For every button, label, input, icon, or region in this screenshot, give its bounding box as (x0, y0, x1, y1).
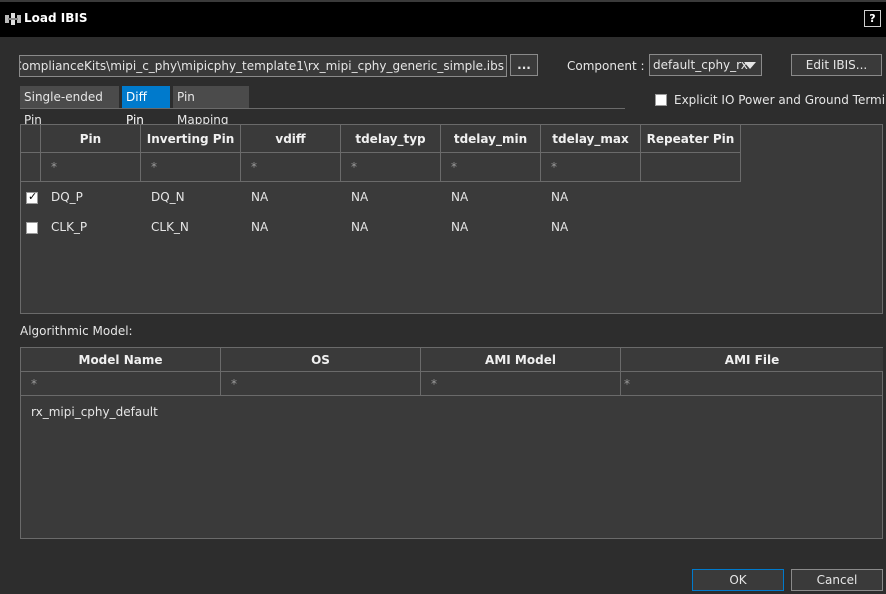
window-title: Load IBIS (24, 11, 88, 25)
tab-strip-underline (20, 108, 625, 109)
table-cell[interactable]: NA (241, 187, 341, 207)
tab-pin-mapping[interactable]: Pin Mapping (173, 86, 249, 127)
column-header-ami-file[interactable]: AMI File (621, 348, 883, 372)
ibis-app-icon (5, 13, 21, 25)
component-select-value: default_cphy_rx (653, 58, 748, 72)
table-cell[interactable]: CLK_N (141, 217, 241, 237)
explicit-io-checkbox[interactable] (655, 94, 667, 106)
table-cell[interactable]: NA (441, 187, 541, 207)
filter-tdelay-min[interactable]: * (441, 153, 541, 182)
title-bar: Load IBIS ? (0, 0, 886, 37)
column-header-ami-model[interactable]: AMI Model (421, 348, 621, 372)
column-header-inverting-pin[interactable]: Inverting Pin (141, 125, 241, 153)
algorithmic-model-label: Algorithmic Model: (20, 324, 133, 338)
column-header-os[interactable]: OS (221, 348, 421, 372)
explicit-io-label: Explicit IO Power and Ground Terminals (674, 93, 886, 107)
filter-pin[interactable]: * (41, 153, 141, 182)
filter-tdelay-max[interactable]: * (541, 153, 641, 182)
table-cell[interactable]: NA (241, 217, 341, 237)
filter-ami-file[interactable]: * (621, 372, 883, 396)
ibis-file-path-text: .topxp\ComplianceKits\mipi_c_phy\mipicph… (19, 59, 504, 73)
table-cell[interactable]: NA (341, 187, 441, 207)
title-bar-top-border (0, 0, 886, 2)
filter-corner (21, 153, 41, 182)
column-header-vdiff[interactable]: vdiff (241, 125, 341, 153)
help-icon[interactable]: ? (864, 10, 881, 27)
diff-pin-table[interactable]: Pin Inverting Pin vdiff tdelay_typ tdela… (20, 124, 883, 314)
table-cell[interactable]: NA (441, 217, 541, 237)
filter-model-name[interactable]: * (21, 372, 221, 396)
table-cell[interactable]: NA (541, 217, 641, 237)
column-header-tdelay-max[interactable]: tdelay_max (541, 125, 641, 153)
ok-button[interactable]: OK (692, 569, 784, 591)
table-cell[interactable]: CLK_P (41, 217, 141, 237)
tab-diff-pin[interactable]: Diff Pin (122, 86, 170, 127)
cancel-button[interactable]: Cancel (791, 569, 883, 591)
filter-vdiff[interactable]: * (241, 153, 341, 182)
column-header-tdelay-typ[interactable]: tdelay_typ (341, 125, 441, 153)
edit-ibis-button[interactable]: Edit IBIS... (791, 54, 882, 76)
filter-ami-model[interactable]: * (421, 372, 621, 396)
row-checkbox-dq-p[interactable]: ✓ (26, 190, 38, 204)
table-cell[interactable]: DQ_N (141, 187, 241, 207)
filter-repeater-pin[interactable] (641, 153, 741, 182)
row-checkbox-clk-p[interactable] (26, 222, 38, 234)
tab-single-ended-pin[interactable]: Single-ended Pin (20, 86, 119, 127)
component-label: Component : (567, 59, 645, 73)
chevron-down-icon (744, 62, 756, 69)
component-select[interactable]: default_cphy_rx (649, 54, 762, 76)
column-header-tdelay-min[interactable]: tdelay_min (441, 125, 541, 153)
algorithmic-model-table[interactable]: Model Name OS AMI Model AMI File * * * *… (20, 347, 883, 539)
ibis-file-path-input[interactable]: .topxp\ComplianceKits\mipi_c_phy\mipicph… (19, 55, 507, 77)
filter-os[interactable]: * (221, 372, 421, 396)
filter-tdelay-typ[interactable]: * (341, 153, 441, 182)
check-icon: ✓ (28, 190, 38, 203)
table-cell[interactable]: NA (541, 187, 641, 207)
column-header-repeater-pin[interactable]: Repeater Pin (641, 125, 741, 153)
table-corner-header (21, 125, 41, 153)
table-cell[interactable]: rx_mipi_cphy_default (21, 402, 221, 422)
browse-button[interactable]: ... (510, 54, 538, 76)
table-cell[interactable]: NA (341, 217, 441, 237)
filter-inverting-pin[interactable]: * (141, 153, 241, 182)
column-header-pin[interactable]: Pin (41, 125, 141, 153)
column-header-model-name[interactable]: Model Name (21, 348, 221, 372)
table-cell[interactable]: DQ_P (41, 187, 141, 207)
